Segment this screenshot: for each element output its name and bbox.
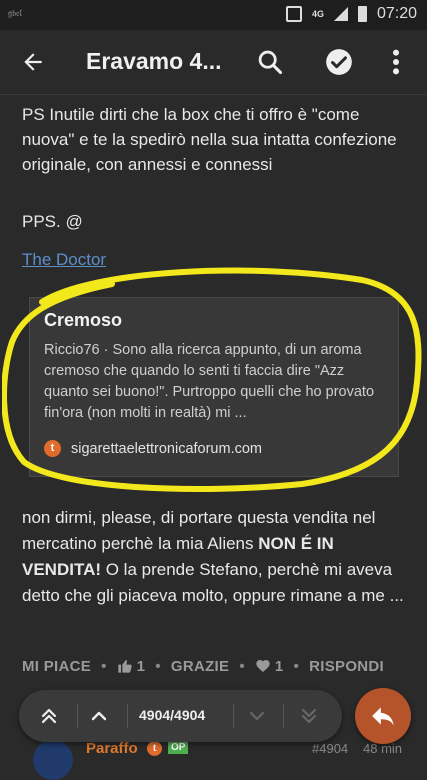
separator-dot: • xyxy=(239,657,245,675)
like-count-value: 1 xyxy=(136,657,146,675)
onebox-title[interactable]: Cremoso xyxy=(44,310,122,331)
topic-progress-bar: 4904/4904 xyxy=(19,690,342,742)
heart-count[interactable]: 1 xyxy=(255,658,284,675)
user-mention-link[interactable]: The Doctor xyxy=(22,250,106,270)
onebox-excerpt: Riccio76 · Sono alla ricerca appunto, di… xyxy=(44,342,375,421)
post-actions: MI PIACE • 1 • GRAZIE • 1 • RISPONDI xyxy=(22,655,412,677)
site-favicon-icon: t xyxy=(44,440,61,457)
post-position-counter[interactable]: 4904/4904 xyxy=(139,707,205,723)
reply-label: RISPONDI xyxy=(309,657,385,675)
like-count[interactable]: 1 xyxy=(117,658,146,675)
back-arrow-icon[interactable] xyxy=(20,49,46,75)
thanks-label: GRAZIE xyxy=(170,657,230,675)
separator-dot: • xyxy=(155,657,161,675)
more-vertical-icon[interactable] xyxy=(386,48,406,76)
status-icons: 4G 07:20 xyxy=(285,5,417,23)
avatar[interactable] xyxy=(33,740,73,780)
battery-icon xyxy=(357,6,367,22)
divider xyxy=(233,704,234,728)
check-circle-icon[interactable] xyxy=(325,48,353,76)
like-button[interactable]: MI PIACE xyxy=(22,658,91,675)
status-bar: 𝔤𝔟𝔢𝔩 4G 07:20 xyxy=(0,0,427,30)
search-icon[interactable] xyxy=(256,48,284,76)
post-paragraph: PS Inutile dirti che la box che ti offro… xyxy=(22,105,397,174)
onebox-source-domain[interactable]: sigarettaelettronicaforum.com xyxy=(71,441,262,457)
next-post-username[interactable]: Paraffo xyxy=(86,740,138,757)
post-pps: PPS. @ xyxy=(22,212,83,231)
divider xyxy=(127,704,128,728)
jump-to-top-icon[interactable] xyxy=(37,704,61,728)
onebox-card[interactable]: Cremoso Riccio76 · Sono alla ricerca app… xyxy=(29,297,399,477)
separator-dot: • xyxy=(293,657,300,675)
signal-icon xyxy=(333,7,348,21)
reply-icon xyxy=(372,707,394,726)
post-number: #4904 xyxy=(312,741,349,756)
topic-title[interactable]: Eravamo 4... xyxy=(86,48,222,75)
topic-header: Eravamo 4... xyxy=(0,30,427,95)
reply-fab-button[interactable] xyxy=(355,688,411,744)
thumbs-up-icon xyxy=(117,660,132,673)
onebox-source[interactable]: t sigarettaelettronicaforum.com xyxy=(44,440,262,457)
divider xyxy=(283,704,284,728)
vibrate-icon xyxy=(285,6,302,22)
status-left-text: 𝔤𝔟𝔢𝔩 xyxy=(8,8,22,18)
post-body: PS Inutile dirti che la box che ti offro… xyxy=(22,102,412,177)
user-badge-icon: t xyxy=(147,741,162,756)
like-label: MI PIACE xyxy=(22,657,92,675)
heart-count-value: 1 xyxy=(274,657,284,675)
chevron-down-icon[interactable] xyxy=(245,704,269,728)
reply-text-button[interactable]: RISPONDI xyxy=(309,658,384,675)
status-time: 07:20 xyxy=(376,5,417,22)
op-badge: OP xyxy=(168,741,189,754)
network-type: 4G xyxy=(311,9,324,19)
separator-dot: • xyxy=(101,657,107,675)
jump-to-bottom-icon[interactable] xyxy=(297,704,321,728)
chevron-up-icon[interactable] xyxy=(87,704,111,728)
divider xyxy=(77,704,78,728)
heart-icon xyxy=(256,660,270,672)
post-paragraph-2: non dirmi, please, di portare questa ven… xyxy=(22,505,412,609)
thanks-button[interactable]: GRAZIE xyxy=(171,658,229,675)
